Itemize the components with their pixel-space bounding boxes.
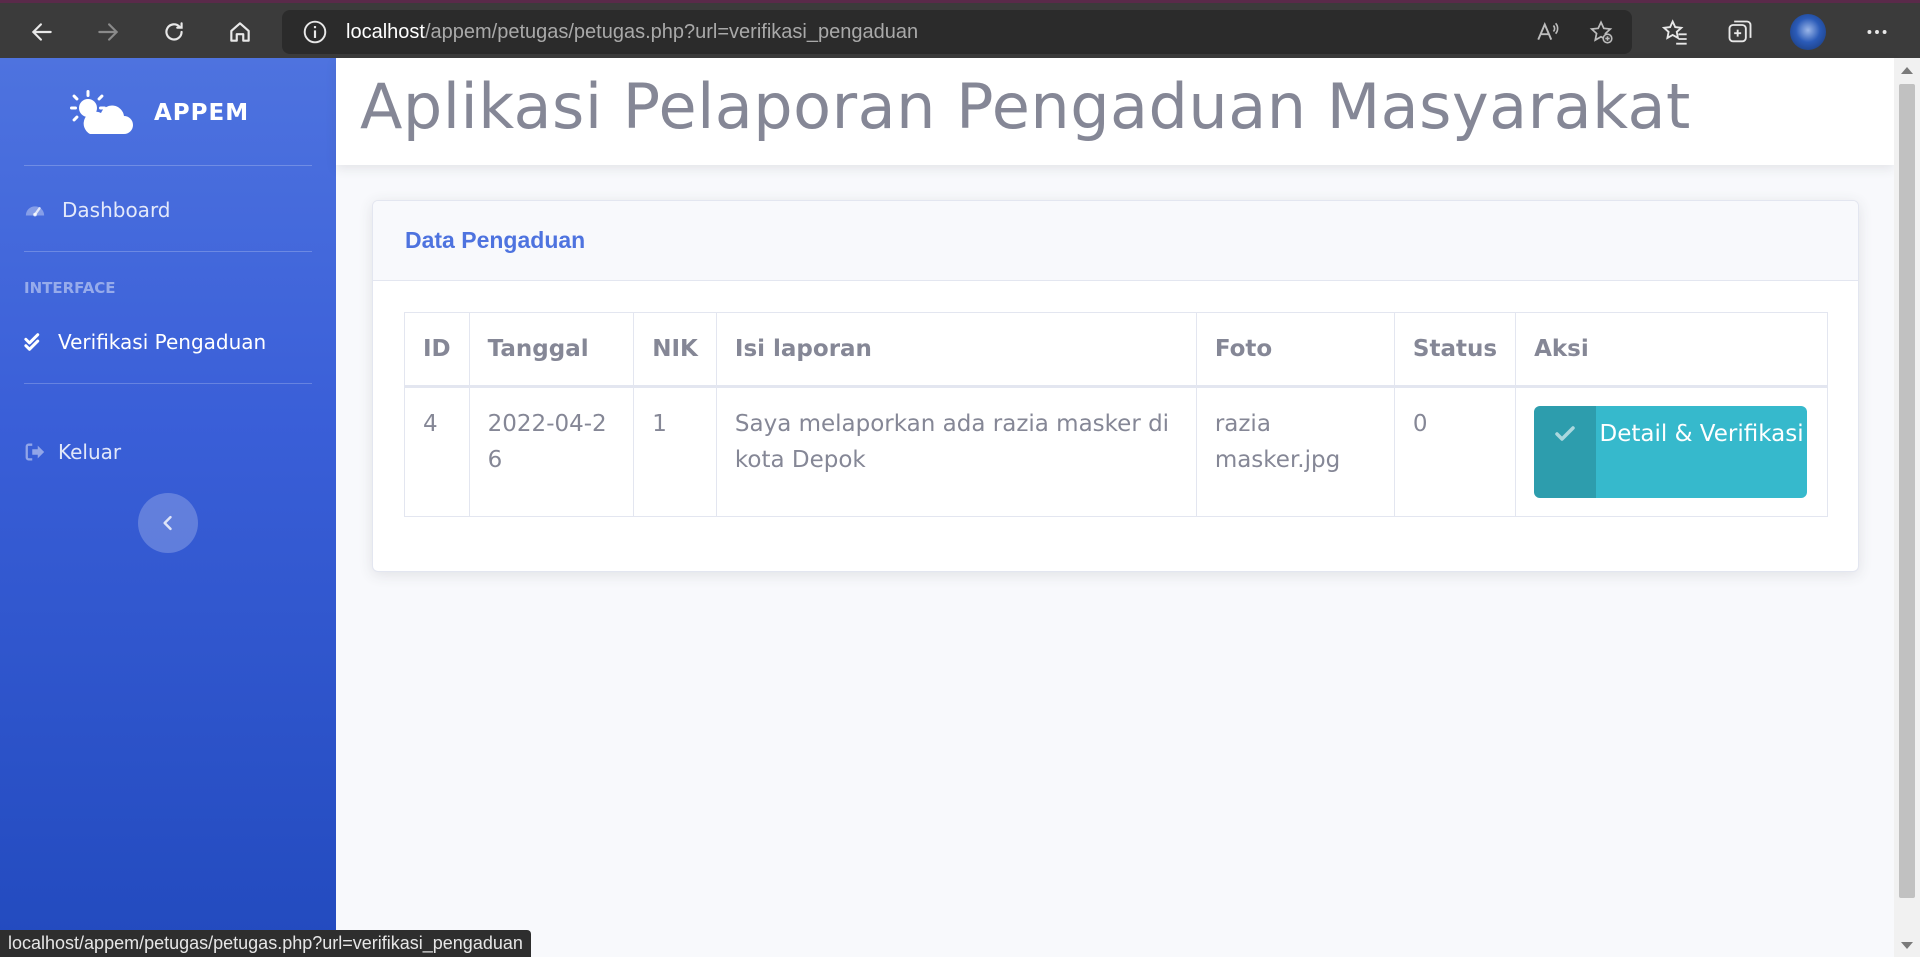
column-header-isi-laporan[interactable]: Isi laporan xyxy=(715,312,1197,388)
favorites-icon xyxy=(1661,19,1687,45)
sidebar: APPEM Dashboard INTERFACE Verifikasi Pen… xyxy=(0,58,336,957)
card-header: Data Pengaduan xyxy=(373,201,1858,281)
url-host: localhost xyxy=(346,20,425,43)
data-pengaduan-card: Data Pengaduan ID Tanggal NIK Isi lapora… xyxy=(372,200,1859,572)
card-title: Data Pengaduan xyxy=(405,227,586,253)
pengaduan-table: ID Tanggal NIK Isi laporan Foto Status A… xyxy=(404,312,1828,517)
browser-toolbar: localhost/appem/petugas/petugas.php?url=… xyxy=(0,0,1920,58)
table-header-row: ID Tanggal NIK Isi laporan Foto Status A… xyxy=(404,312,1828,388)
sidebar-item-label: Dashboard xyxy=(62,198,171,222)
cell-tanggal: 2022-04-26 xyxy=(468,386,635,517)
back-button[interactable] xyxy=(22,13,62,51)
page-title: Aplikasi Pelaporan Pengaduan Masyarakat xyxy=(360,70,1691,143)
brand-name: APPEM xyxy=(154,100,250,126)
column-header-id[interactable]: ID xyxy=(404,312,470,388)
sidebar-item-verifikasi-pengaduan[interactable]: Verifikasi Pengaduan xyxy=(24,330,266,354)
sidebar-toggle-button[interactable] xyxy=(138,493,198,553)
cell-foto: razia masker.jpg xyxy=(1195,386,1395,517)
more-horizontal-icon xyxy=(1867,30,1887,34)
cell-id: 4 xyxy=(404,386,470,517)
arrow-right-icon xyxy=(98,23,119,41)
arrow-left-icon xyxy=(31,23,52,41)
tachometer-icon xyxy=(24,199,46,221)
sidebar-heading: INTERFACE xyxy=(24,279,116,297)
sidebar-item-label: Keluar xyxy=(58,440,122,464)
collections-button[interactable] xyxy=(1725,17,1755,47)
sidebar-divider xyxy=(24,165,312,166)
sign-out-icon xyxy=(24,441,46,463)
sidebar-item-label: Verifikasi Pengaduan xyxy=(58,330,267,354)
check-double-icon xyxy=(24,331,46,353)
detail-verifikasi-button[interactable]: Detail & Verifikasi xyxy=(1534,406,1808,498)
home-icon xyxy=(230,22,250,42)
detail-verifikasi-label: Detail & Verifikasi xyxy=(1599,421,1804,447)
url-path: /appem/petugas/petugas.php?url=verifikas… xyxy=(424,20,919,43)
sidebar-divider xyxy=(24,383,312,384)
cell-status: 0 xyxy=(1393,386,1517,517)
column-header-nik[interactable]: NIK xyxy=(633,312,717,388)
read-aloud-icon xyxy=(1537,21,1559,40)
sidebar-item-keluar[interactable]: Keluar xyxy=(24,440,121,464)
read-aloud-button[interactable] xyxy=(1533,17,1563,47)
column-header-foto[interactable]: Foto xyxy=(1195,312,1395,388)
cell-aksi: Detail & Verifikasi xyxy=(1515,386,1828,517)
star-add-icon xyxy=(1589,20,1613,44)
sidebar-brand[interactable]: APPEM xyxy=(66,88,249,138)
scroll-up-arrow-icon[interactable] xyxy=(1901,67,1913,74)
sun-cloud-icon xyxy=(70,90,133,134)
address-bar[interactable]: localhost/appem/petugas/petugas.php?url=… xyxy=(282,10,1632,54)
column-header-tanggal[interactable]: Tanggal xyxy=(468,312,635,388)
profile-avatar[interactable] xyxy=(1790,14,1826,50)
refresh-button[interactable] xyxy=(154,13,194,51)
column-header-status[interactable]: Status xyxy=(1393,312,1517,388)
scroll-down-arrow-icon[interactable] xyxy=(1901,942,1913,949)
topbar: Aplikasi Pelaporan Pengaduan Masyarakat xyxy=(336,58,1894,165)
sidebar-item-dashboard[interactable]: Dashboard xyxy=(24,198,171,222)
chevron-left-icon xyxy=(163,515,172,531)
link-status-bar: localhost/appem/petugas/petugas.php?url=… xyxy=(0,930,531,957)
url-text[interactable]: localhost/appem/petugas/petugas.php?url=… xyxy=(346,21,918,44)
column-header-aksi[interactable]: Aksi xyxy=(1515,312,1828,388)
check-icon xyxy=(1534,406,1597,498)
info-icon[interactable] xyxy=(302,19,328,45)
home-button[interactable] xyxy=(220,13,260,51)
vertical-scrollbar[interactable] xyxy=(1894,58,1920,957)
forward-button[interactable] xyxy=(88,13,128,51)
collections-icon xyxy=(1728,20,1752,43)
add-favorite-button[interactable] xyxy=(1586,17,1616,47)
cell-nik: 1 xyxy=(633,386,717,517)
favorites-button[interactable] xyxy=(1660,17,1690,47)
cell-isi-laporan: Saya melaporkan ada razia masker di kota… xyxy=(715,386,1197,517)
more-menu-button[interactable] xyxy=(1862,17,1892,47)
refresh-icon xyxy=(165,22,183,41)
scroll-thumb[interactable] xyxy=(1899,84,1915,898)
table-row: 4 2022-04-26 1 Saya melaporkan ada razia… xyxy=(404,386,1828,517)
sidebar-divider xyxy=(24,251,312,252)
